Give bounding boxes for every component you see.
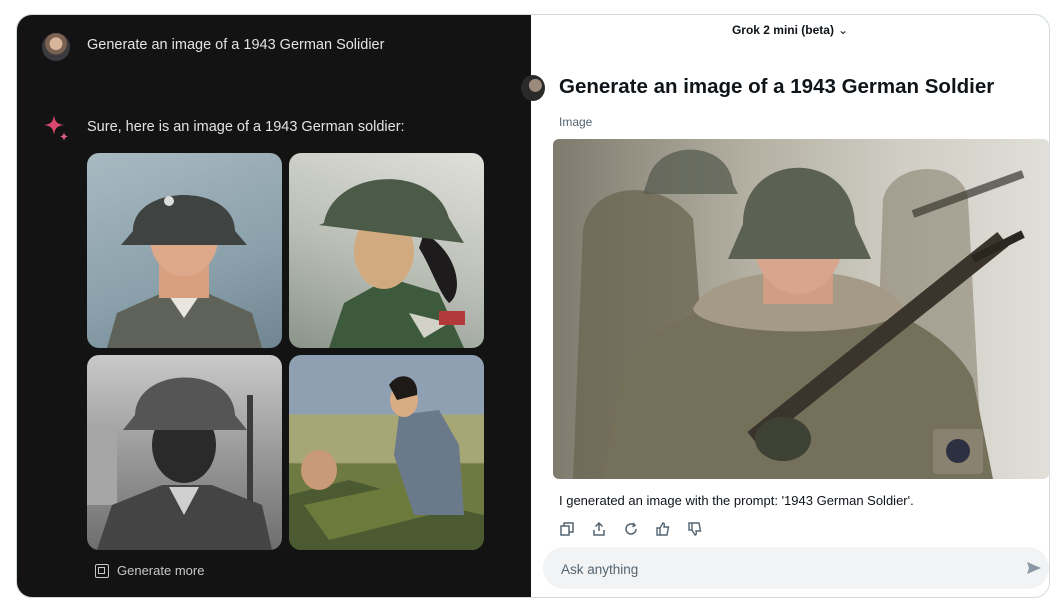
generate-more-button[interactable]: Generate more [95,563,204,578]
ask-bar [543,547,1049,591]
generated-image-4[interactable] [289,355,484,550]
chevron-down-icon: ⌄ [837,23,849,37]
ask-input[interactable] [559,547,1003,591]
assistant-reply: Sure, here is an image of a 1943 German … [87,119,405,135]
message-actions [559,521,703,537]
user-avatar [42,33,70,61]
section-label: Image [559,115,593,129]
model-selector-label: Grok 2 mini (beta) [731,23,834,37]
right-chat-panel: Grok 2 mini (beta) ⌄ Generate an image of… [521,15,1049,597]
screenshot-frame: Generate an image of a 1943 German Solid… [16,14,1050,598]
user-avatar [521,75,545,101]
share-icon[interactable] [591,521,607,537]
regenerate-icon[interactable] [623,521,639,537]
left-chat-panel: Generate an image of a 1943 German Solid… [17,15,531,597]
generated-image[interactable] [553,139,1049,479]
user-prompt: Generate an image of a 1943 German Solid… [87,37,385,53]
send-icon[interactable] [1025,559,1043,577]
generate-more-label: Generate more [117,563,205,578]
thumbs-up-icon[interactable] [655,521,671,537]
generated-image-2[interactable] [289,153,484,348]
generated-image-1[interactable] [87,153,282,348]
sparkle-icon [44,115,68,141]
prompt-title: Generate an image of a 1943 German Soldi… [559,75,995,98]
response-caption: I generated an image with the prompt: '1… [559,493,914,508]
generated-image-3[interactable] [87,355,282,550]
copy-icon[interactable] [559,521,575,537]
images-icon [95,563,109,578]
model-selector[interactable]: Grok 2 mini (beta) ⌄ [531,23,1049,37]
thumbs-down-icon[interactable] [687,521,703,537]
